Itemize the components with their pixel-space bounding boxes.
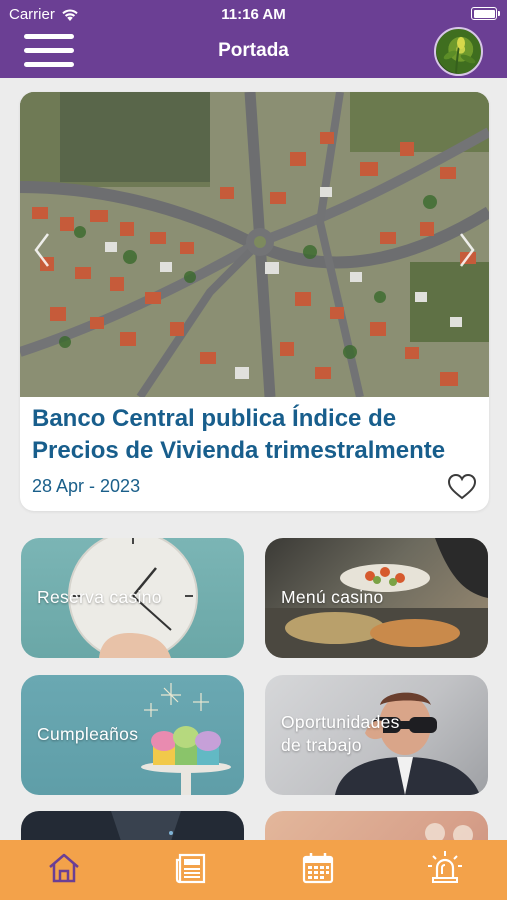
tile-cumpleanos[interactable]: Cumpleaños [21,675,244,795]
news-date: 28 Apr - 2023 [32,476,141,496]
status-bar: Carrier 11:16 AM [0,0,507,28]
top-header: Carrier 11:16 AM Portada [0,0,507,78]
tile-oportunidades-trabajo[interactable]: Oportunidades de trabajo [265,675,488,795]
prev-arrow-icon[interactable] [30,230,54,270]
newspaper-icon[interactable] [171,848,211,888]
tile-reserva-casino[interactable]: Reserva casino [21,538,244,658]
aerial-city-photo [20,92,489,397]
news-title[interactable]: Banco Central publica Índice de Precios … [32,403,482,467]
user-avatar[interactable] [434,27,483,76]
status-time: 11:16 AM [221,6,286,23]
calendar-icon[interactable] [298,848,338,888]
tile-label-cumpleanos: Cumpleaños [37,724,139,744]
alert-siren-icon[interactable] [425,848,465,888]
battery-icon [471,7,500,20]
bottom-tab-bar [0,840,507,900]
news-card[interactable]: Banco Central publica Índice de Precios … [20,92,489,511]
next-arrow-icon[interactable] [455,230,479,270]
tile-label-menu: Menú casino [281,587,384,607]
app-screen: Carrier 11:16 AM Portada Banco Central p… [0,0,507,900]
tile-label-reserva: Reserva casino [37,587,162,607]
page-title: Portada [218,40,289,61]
tile-menu-casino[interactable]: Menú casino [265,538,488,658]
tile-label-oportunidades: Oportunidades de trabajo [281,712,400,755]
home-icon[interactable] [44,848,84,888]
heart-outline-icon[interactable] [447,473,477,501]
